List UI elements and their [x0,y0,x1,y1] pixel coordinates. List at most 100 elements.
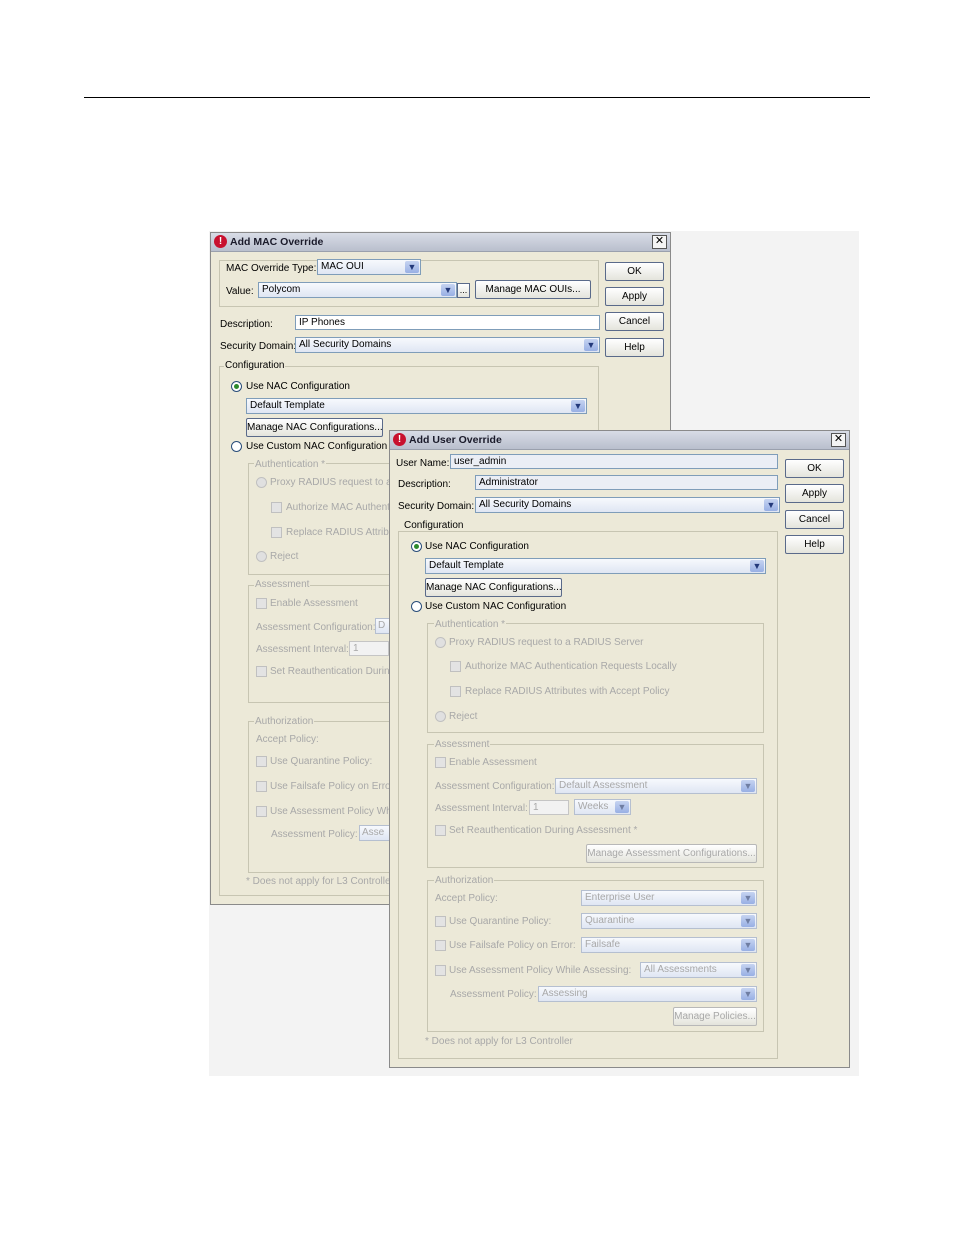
accept-policy-label: Accept Policy: [256,734,319,745]
use-nac-radio[interactable] [411,541,422,552]
mac-dialog-titlebar[interactable]: ! Add MAC Override ✕ [211,233,670,252]
assessment-config-value: Default Assessment [559,780,648,791]
use-custom-radio[interactable] [411,601,422,612]
assessment-policy-while-checkbox[interactable] [256,806,267,817]
proxy-radius-radio[interactable] [256,477,267,488]
configuration-title: Configuration [224,360,286,371]
close-icon[interactable]: ✕ [652,235,667,249]
enable-assessment-label: Enable Assessment [449,757,537,768]
override-type-label: MAC Override Type: [226,263,317,274]
manage-nac-button[interactable]: Manage NAC Configurations... [246,418,383,437]
help-button[interactable]: Help [785,535,844,554]
use-nac-label: Use NAC Configuration [425,541,529,552]
manage-policies-button[interactable]: Manage Policies... [673,1007,757,1026]
quarantine-checkbox[interactable] [256,756,267,767]
reject-radio[interactable] [256,551,267,562]
security-domain-value: All Security Domains [479,499,572,510]
ok-button[interactable]: OK [605,262,664,281]
value-select-value: Polycom [262,284,301,295]
enable-assessment-checkbox[interactable] [256,598,267,609]
authentication-title: Authentication * [434,619,507,630]
help-button[interactable]: Help [605,338,664,357]
chevron-down-icon: ▼ [615,801,629,813]
authentication-title: Authentication * [254,459,327,470]
failsafe-value: Failsafe [585,939,621,950]
accept-policy-value: Enterprise User [585,892,655,903]
ok-button[interactable]: OK [785,459,844,478]
use-custom-label: Use Custom NAC Configuration [246,441,388,452]
assessment-interval-field[interactable]: 1 [529,800,569,815]
proxy-radius-radio[interactable] [435,637,446,648]
set-reauth-label: Set Reauthentication During [270,666,396,677]
cancel-button[interactable]: Cancel [605,312,664,331]
user-dialog-titlebar[interactable]: ! Add User Override ✕ [390,431,849,450]
configuration-title: Configuration [403,520,465,531]
failsafe-checkbox[interactable] [435,940,446,951]
description-field[interactable]: Administrator [475,475,778,490]
authorization-title: Authorization [254,716,315,727]
interval-unit-select[interactable]: Weeks ▼ [574,799,631,815]
interval-unit-value: Weeks [578,801,609,812]
manage-nac-button[interactable]: Manage NAC Configurations... [425,578,562,597]
nac-template-select[interactable]: Default Template ▼ [425,558,766,574]
description-field[interactable]: IP Phones [295,315,600,330]
value-select[interactable]: Polycom ▼ [258,282,457,298]
assessment-policy-while-select[interactable]: All Assessments ▼ [640,962,757,978]
browse-button[interactable]: ... [457,283,470,298]
security-domain-select[interactable]: All Security Domains ▼ [295,337,600,353]
apply-button[interactable]: Apply [785,484,844,503]
mac-dialog-title: Add MAC Override [230,236,324,248]
apply-button[interactable]: Apply [605,287,664,306]
reject-radio[interactable] [435,711,446,722]
use-custom-radio[interactable] [231,441,242,452]
assessment-interval-label: Assessment Interval: [256,644,349,655]
use-nac-label: Use NAC Configuration [246,381,350,392]
authorization-title: Authorization [434,875,495,886]
set-reauth-checkbox[interactable] [256,666,267,677]
quarantine-value: Quarantine [585,915,635,926]
failsafe-label: Use Failsafe Policy on Error: [449,940,576,951]
authorize-mac-checkbox[interactable] [271,502,282,513]
assessment-policy-while-checkbox[interactable] [435,965,446,976]
accept-policy-select[interactable]: Enterprise User ▼ [581,890,757,906]
username-field[interactable]: user_admin [450,454,778,469]
set-reauth-checkbox[interactable] [435,825,446,836]
assessment-policy-while-label: Use Assessment Policy While Assessing: [449,965,632,976]
replace-radius-checkbox[interactable] [271,527,282,538]
nac-template-select[interactable]: Default Template ▼ [246,398,587,414]
proxy-radius-label: Proxy RADIUS request to a R [270,477,402,488]
authorize-mac-label: Authorize MAC Authentic [286,502,398,513]
accept-policy-label: Accept Policy: [435,893,498,904]
authorize-mac-checkbox[interactable] [450,661,461,672]
assessment-interval-field[interactable]: 1 [349,641,389,656]
cancel-button[interactable]: Cancel [785,510,844,529]
security-domain-value: All Security Domains [299,339,392,350]
page-rule [84,97,870,98]
proxy-radius-label: Proxy RADIUS request to a RADIUS Server [449,637,644,648]
chevron-down-icon: ▼ [405,261,419,273]
assessment-policy-value: Assessing [542,988,588,999]
override-type-select[interactable]: MAC OUI ▼ [317,259,421,275]
assessment-policy-while-value: All Assessments [644,964,717,975]
failsafe-checkbox[interactable] [256,781,267,792]
failsafe-select[interactable]: Failsafe ▼ [581,937,757,953]
chevron-down-icon: ▼ [741,915,755,927]
close-icon[interactable]: ✕ [831,433,846,447]
user-dialog-title: Add User Override [409,434,502,446]
enable-assessment-checkbox[interactable] [435,757,446,768]
assessment-config-select[interactable]: Default Assessment ▼ [555,778,757,794]
use-custom-label: Use Custom NAC Configuration [425,601,567,612]
manage-assessment-button[interactable]: Manage Assessment Configurations... [586,844,757,863]
use-nac-radio[interactable] [231,381,242,392]
assessment-policy-while-label: Use Assessment Policy Whi [270,806,394,817]
reject-label: Reject [449,711,478,722]
nac-template-value: Default Template [250,400,325,411]
quarantine-checkbox[interactable] [435,916,446,927]
replace-radius-checkbox[interactable] [450,686,461,697]
quarantine-label: Use Quarantine Policy: [449,916,552,927]
security-domain-select[interactable]: All Security Domains ▼ [475,497,780,513]
assessment-policy-select[interactable]: Assessing ▼ [538,986,757,1002]
manage-mac-ouis-button[interactable]: Manage MAC OUIs... [475,280,591,299]
assessment-config-label: Assessment Configuration: [435,781,555,792]
quarantine-select[interactable]: Quarantine ▼ [581,913,757,929]
